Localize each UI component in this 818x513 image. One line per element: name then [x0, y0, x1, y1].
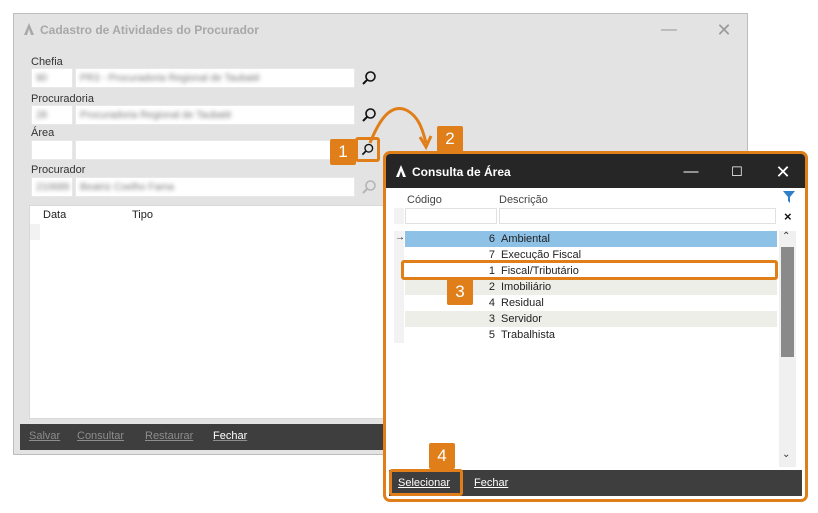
procuradoria-code-field[interactable]: 28 — [31, 105, 73, 125]
list-item[interactable]: 5 Trabalhista — [405, 327, 777, 343]
search-icon[interactable] — [359, 68, 379, 88]
restaurar-button[interactable]: Restaurar — [145, 430, 193, 442]
close-icon[interactable]: ✕ — [768, 162, 798, 182]
chefia-code-field[interactable]: 90 — [31, 68, 73, 88]
scroll-up-icon[interactable]: ⌃ — [782, 231, 790, 242]
procuradoria-label: Procuradoria — [31, 93, 94, 105]
scroll-thumb[interactable] — [781, 247, 794, 357]
callout-2: 2 — [437, 126, 463, 152]
dialog-title: Consulta de Área — [412, 165, 511, 179]
minimize-icon[interactable]: — — [654, 20, 684, 40]
minimize-icon[interactable]: — — [676, 162, 706, 182]
procuradoria-name-field[interactable]: Procuradoria Regional de Taubaté — [75, 105, 355, 125]
app-logo-icon — [24, 23, 34, 35]
callout-1: 1 — [330, 139, 356, 165]
app-logo-icon — [396, 165, 406, 177]
area-label: Área — [31, 127, 55, 139]
connector-arrow — [368, 107, 433, 151]
chefia-label: Chefia — [31, 56, 63, 68]
callout-4: 4 — [429, 443, 455, 469]
main-titlebar: Cadastro de Atividades do Procurador — ✕ — [14, 14, 747, 46]
grid-column-tipo[interactable]: Tipo — [132, 209, 153, 221]
column-codigo[interactable]: Código — [407, 194, 442, 206]
salvar-button[interactable]: Salvar — [29, 430, 60, 442]
row-indicator-column — [394, 231, 404, 343]
highlight-selecionar-button — [389, 469, 463, 496]
filter-icon[interactable] — [783, 191, 795, 204]
highlight-fiscal-row — [401, 260, 778, 280]
descricao-filter-input[interactable] — [499, 208, 776, 224]
list-item[interactable]: 6 Ambiental — [405, 231, 777, 247]
filter-row-indicator — [394, 208, 404, 224]
close-icon[interactable]: ✕ — [709, 20, 739, 40]
dialog-grid[interactable]: Código Descrição × → 6 Ambiental 7 Execu… — [386, 188, 805, 467]
procurador-label: Procurador — [31, 164, 86, 176]
area-name-field[interactable] — [75, 140, 355, 160]
fechar-button[interactable]: Fechar — [213, 430, 247, 442]
grid-column-data[interactable]: Data — [43, 209, 66, 221]
vertical-scrollbar[interactable]: ⌃ ⌄ — [779, 231, 796, 467]
list-item[interactable]: 3 Servidor — [405, 311, 777, 327]
area-code-field[interactable] — [31, 140, 73, 160]
scroll-down-icon[interactable]: ⌄ — [782, 449, 790, 460]
row-pointer-icon: → — [395, 232, 405, 243]
search-icon[interactable] — [359, 177, 379, 197]
fechar-button[interactable]: Fechar — [474, 477, 508, 489]
consultar-button[interactable]: Consultar — [77, 430, 124, 442]
row-indicator — [30, 224, 40, 240]
maximize-icon[interactable]: ☐ — [722, 162, 752, 182]
main-window-title: Cadastro de Atividades do Procurador — [40, 23, 259, 37]
callout-3: 3 — [447, 279, 473, 305]
codigo-filter-input[interactable] — [405, 208, 497, 224]
chefia-name-field[interactable]: PR3 - Procuradoria Regional de Taubaté — [75, 68, 355, 88]
dialog-titlebar: Consulta de Área — ☐ ✕ — [386, 154, 805, 188]
clear-filter-icon[interactable]: × — [784, 209, 792, 224]
procurador-code-field[interactable]: 210689 — [31, 177, 73, 197]
column-descricao[interactable]: Descrição — [499, 194, 548, 206]
procurador-name-field[interactable]: Beatriz Coelho Fama — [75, 177, 355, 197]
